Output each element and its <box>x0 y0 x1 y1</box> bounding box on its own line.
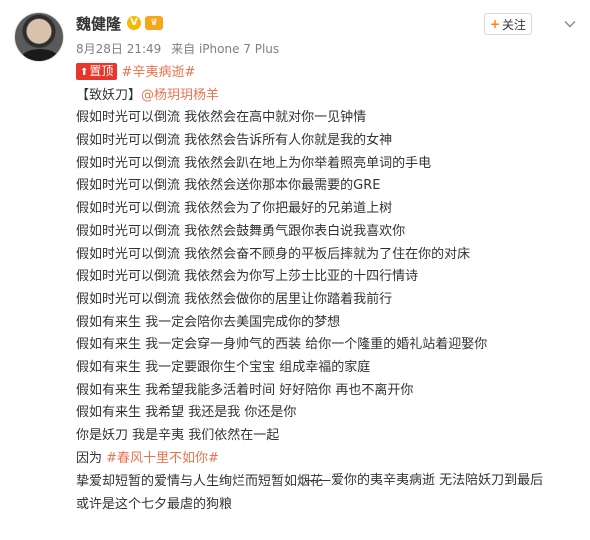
poem-line: 假如时光可以倒流 我依然会为了你把最好的兄弟道上树 <box>76 201 393 217</box>
pinned-label: 置顶 <box>89 64 114 78</box>
closing-line: 挚爱却短暂的爱情与人生绚烂而短暂如烟花 <box>76 474 324 489</box>
poem-line: 假如时光可以倒流 我依然会送你那本你最需要的GRE <box>76 178 381 194</box>
poem-line: 假如有来生 我一定会陪你去美国完成你的梦想 <box>76 314 341 330</box>
post-time[interactable]: 8月28日 21:49 <box>76 42 161 56</box>
poem-line: 假如时光可以倒流 我依然会奋不顾身的平板后摔就为了住在你的对床 <box>76 246 471 262</box>
poem-line: 假如时光可以倒流 我依然会告诉所有人你就是我的女神 <box>76 133 393 149</box>
verified-icon: V <box>127 16 142 30</box>
poem-line: 假如时光可以倒流 我依然会在高中就对你一见钟情 <box>76 110 367 126</box>
follow-button[interactable]: + 关注 <box>484 13 532 35</box>
poem-line: 假如有来生 我一定要跟你生个宝宝 组成幸福的家庭 <box>76 359 371 375</box>
poem-line: 假如有来生 我希望 我还是我 你还是你 <box>76 405 297 421</box>
poem-line: 假如时光可以倒流 我依然会趴在地上为你举着照亮单词的手电 <box>76 155 432 171</box>
dedication-row: 【致妖刀】@杨玥玥杨羊 <box>76 85 576 108</box>
member-crown-icon: ♛ <box>145 16 164 30</box>
poem-line: 你是妖刀 我是辛夷 我们依然在一起 <box>76 428 280 443</box>
pin-icon: ⬆ <box>80 67 89 78</box>
reason-row: 因为 #春风十里不如你# <box>76 448 576 471</box>
plus-icon: + <box>489 17 501 31</box>
pinned-badge: ⬆置顶 <box>76 63 118 80</box>
poem-line: 假如有来生 我一定会穿一身帅气的西装 给你一个隆重的婚礼站着迎娶你 <box>76 337 488 353</box>
reason-prefix: 因为 <box>76 450 107 466</box>
hashtag-link[interactable]: #春风十里不如你# <box>106 451 219 466</box>
dedication-prefix: 【致妖刀】 <box>76 87 142 103</box>
topic-link[interactable]: #辛夷病逝# <box>122 65 196 80</box>
post-content: ⬆置顶 #辛夷病逝# 【致妖刀】@杨玥玥杨羊 假如时光可以倒流 我依然会在高中就… <box>76 62 576 493</box>
avatar-figure <box>21 49 59 61</box>
weibo-post: 魏健隆 V ♛ 8月28日 21:49 来自 iPhone 7 Plus + 关… <box>0 0 590 540</box>
chevron-down-icon[interactable] <box>562 16 578 32</box>
post-source: 来自 iPhone 7 Plus <box>171 42 280 56</box>
poem-line: 假如有来生 我希望我能多活着时间 好好陪你 再也不离开你 <box>76 382 414 398</box>
avatar[interactable] <box>14 12 64 62</box>
author-row: 魏健隆 V ♛ <box>76 13 164 34</box>
username[interactable]: 魏健隆 <box>76 13 121 34</box>
pin-topic-row: ⬆置顶 #辛夷病逝# <box>76 62 576 85</box>
closing-line: 或许是这个七夕最虐的狗粮 <box>76 497 233 512</box>
mention-link[interactable]: @杨玥玥杨羊 <box>141 88 219 103</box>
poem-line: 假如时光可以倒流 我依然会鼓舞勇气跟你表白说我喜欢你 <box>76 223 406 239</box>
poem-line: 假如时光可以倒流 我依然会为你写上莎士比亚的十四行情诗 <box>76 269 419 285</box>
poem-line: 假如时光可以倒流 我依然会做你的居里让你踏着我前行 <box>76 291 393 307</box>
follow-label: 关注 <box>502 17 527 32</box>
post-meta: 8月28日 21:49 来自 iPhone 7 Plus <box>76 40 279 57</box>
